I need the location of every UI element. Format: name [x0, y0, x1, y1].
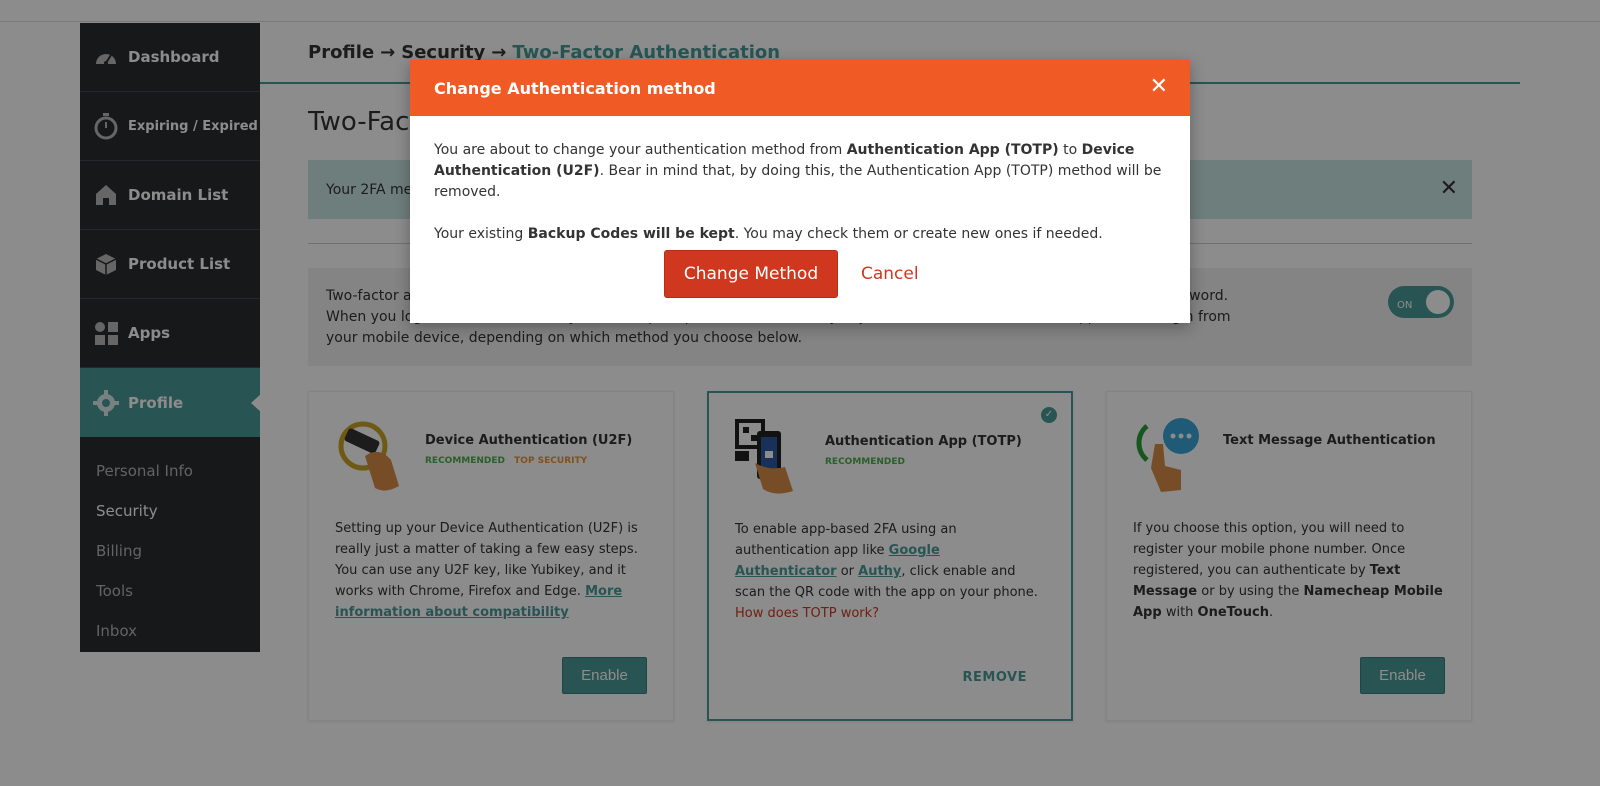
modal-text: You are about to change your authenticat…	[434, 142, 847, 158]
change-method-modal: Change Authentication method ✕ You are a…	[410, 60, 1190, 323]
modal-paragraph: You are about to change your authenticat…	[434, 140, 1166, 203]
modal-text: to	[1058, 142, 1082, 158]
modal-bold: Backup Codes will be kept	[527, 226, 735, 242]
modal-bold: Authentication App (TOTP)	[846, 142, 1059, 158]
close-icon[interactable]: ✕	[1150, 76, 1168, 98]
modal-body: You are about to change your authenticat…	[410, 116, 1190, 245]
cancel-button[interactable]: Cancel	[861, 264, 919, 284]
change-method-button[interactable]: Change Method	[664, 250, 838, 298]
modal-actions: Change Method Cancel	[664, 250, 919, 298]
modal-text: . You may check them or create new ones …	[734, 226, 1103, 242]
modal-title: Change Authentication method	[434, 78, 716, 98]
modal-text: Your existing	[434, 226, 528, 242]
modal-paragraph: Your existing Backup Codes will be kept.…	[434, 224, 1166, 245]
modal-header: Change Authentication method	[410, 60, 1190, 116]
